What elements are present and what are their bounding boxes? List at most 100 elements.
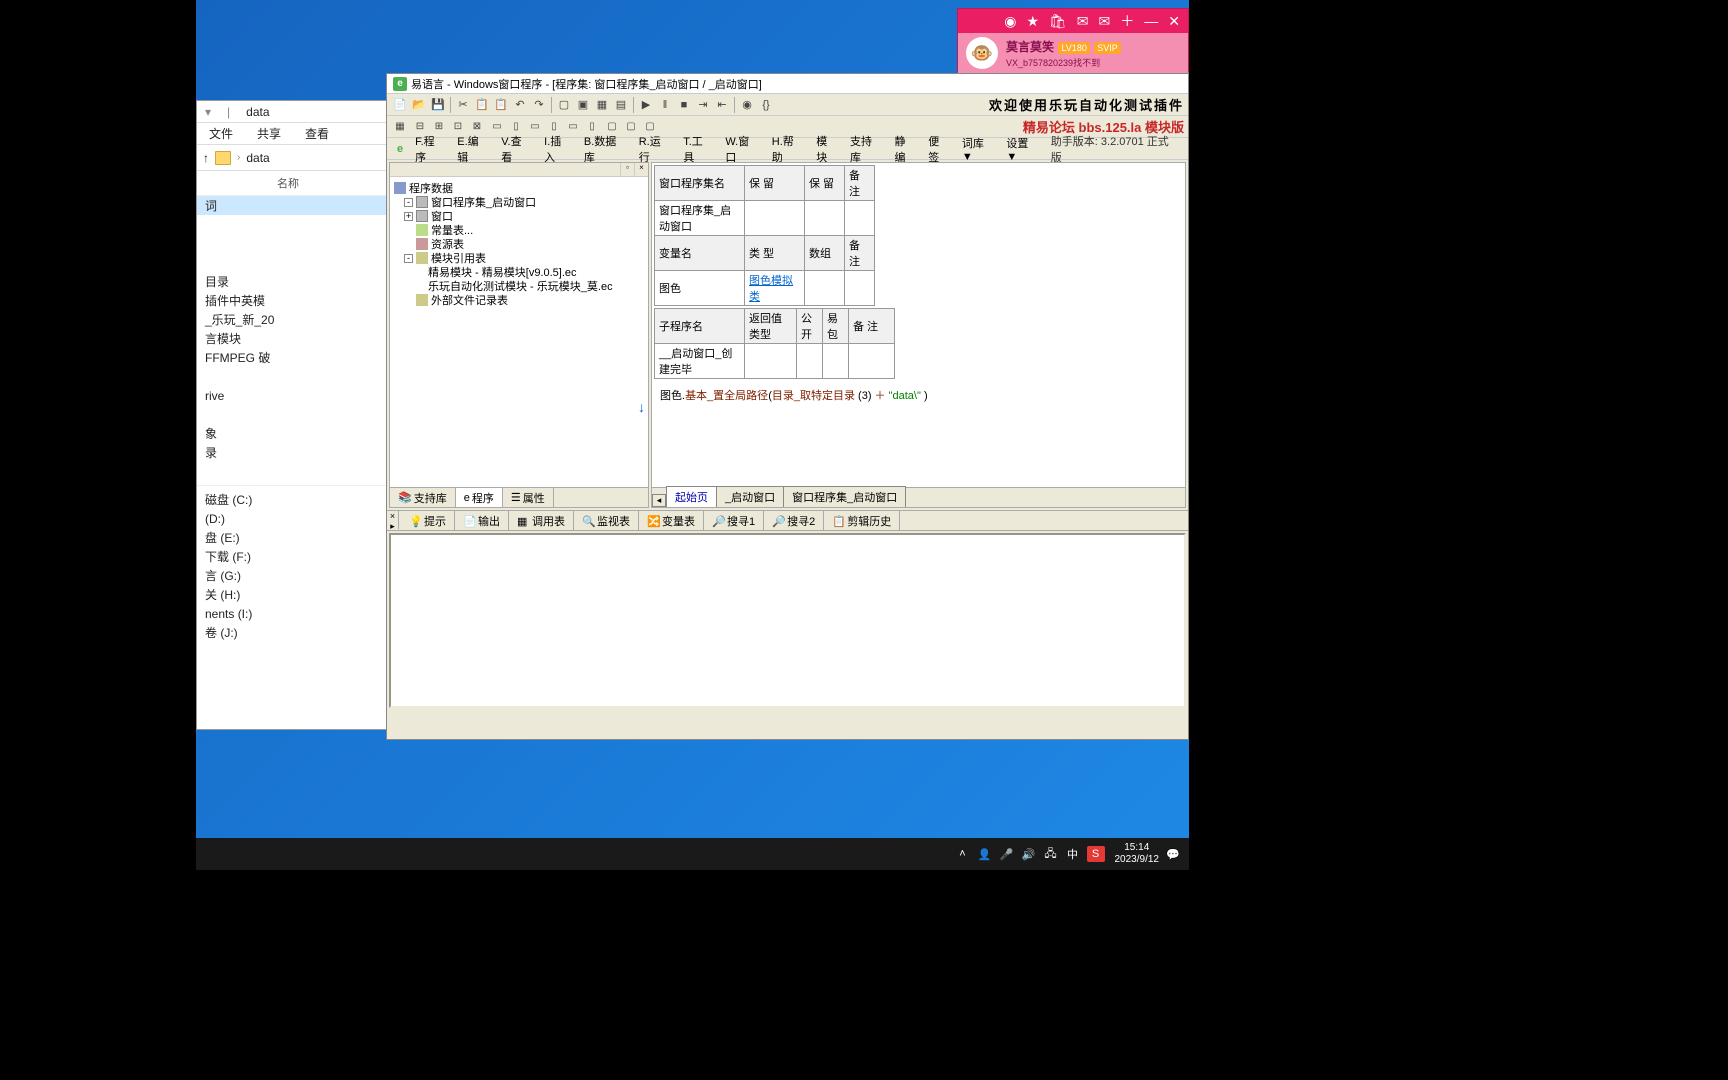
tab-program[interactable]: e程序 xyxy=(456,488,503,507)
list-item[interactable]: 言模块 xyxy=(205,330,241,347)
grid-icon[interactable]: ▦ xyxy=(391,118,409,136)
tab-start[interactable]: 起始页 xyxy=(666,486,717,507)
code-area[interactable]: 图色.基本_置全局路径(目录_取特定目录 (3) ＋ "data\" ) ↓ xyxy=(652,383,1185,487)
menu-setting[interactable]: 设置▼ xyxy=(1000,133,1044,165)
toolbar-1: 📄 📂 💾 ✂ 📋 📋 ↶ ↷ ▢ ▣ ▦ ▤ ▶ ‖ ■ ⇥ ⇤ ◉ {} 欢… xyxy=(387,94,1188,116)
bulb-icon: 💡 xyxy=(409,515,421,527)
redo-icon[interactable]: ↷ xyxy=(530,96,548,114)
tray-people-icon[interactable]: 👤 xyxy=(977,846,993,862)
cut-icon[interactable]: ✂ xyxy=(454,96,472,114)
list-item[interactable]: 词 xyxy=(205,197,217,214)
panel-close-icon[interactable]: × xyxy=(634,163,648,176)
panel-close-icon[interactable]: ×▸ xyxy=(387,511,399,529)
collapse-icon[interactable]: - xyxy=(404,198,413,207)
explorer-title: data xyxy=(238,103,277,121)
lens-icon: 🔍 xyxy=(582,515,594,527)
tab-clip[interactable]: 📋剪辑历史 xyxy=(824,511,900,531)
rec-icon[interactable]: ◉ xyxy=(1004,13,1016,30)
tray-chevron-icon[interactable]: ˄ xyxy=(955,846,971,862)
list-item[interactable]: FFMPEG 破 xyxy=(205,349,270,366)
menu-dict[interactable]: 词库▼ xyxy=(956,133,1000,165)
star-icon[interactable]: ★ xyxy=(1026,13,1039,30)
layout2-icon[interactable]: ▦ xyxy=(593,96,611,114)
tab-hint[interactable]: 💡提示 xyxy=(401,511,455,531)
class-table[interactable]: 窗口程序集名保 留保 留备 注 窗口程序集_启动窗口 变量名类 型数组备 注 图… xyxy=(654,165,875,306)
list-item[interactable]: rive xyxy=(205,389,224,403)
tree-node[interactable]: 外部文件记录表 xyxy=(431,292,508,308)
ribbon-view[interactable]: 查看 xyxy=(293,125,341,142)
list-item[interactable]: 目录 xyxy=(205,273,229,290)
plus-icon[interactable]: ＋ xyxy=(1120,11,1134,31)
tab-properties[interactable]: ☰属性 xyxy=(503,488,554,507)
title-bar[interactable]: e 易语言 - Windows窗口程序 - [程序集: 窗口程序集_启动窗口 /… xyxy=(387,74,1188,94)
notification-icon[interactable]: 💬 xyxy=(1165,846,1181,862)
tray-volume-icon[interactable]: 🔊 xyxy=(1021,846,1037,862)
project-tree[interactable]: 程序数据 -窗口程序集_启动窗口 +窗口 常量表... 资源表 -模块引用表 精… xyxy=(390,177,648,487)
list-item[interactable]: 象 xyxy=(205,425,217,442)
menu-bar: e F.程序 E.编辑 V.查看 I.插入 B.数据库 R.运行 T.工具 W.… xyxy=(387,138,1188,160)
run-icon[interactable]: ▶ xyxy=(637,96,655,114)
step-icon[interactable]: ⇥ xyxy=(694,96,712,114)
project-tree-panel: ▫ × 程序数据 -窗口程序集_启动窗口 +窗口 常量表... 资源表 -模块引… xyxy=(389,162,649,508)
expand-icon[interactable]: + xyxy=(404,212,413,221)
stop-icon[interactable]: ■ xyxy=(675,96,693,114)
msg-icon[interactable]: ✉ xyxy=(1099,13,1111,30)
copy-icon[interactable]: 📋 xyxy=(473,96,491,114)
tab-output[interactable]: 📄输出 xyxy=(455,511,509,531)
window-icon[interactable]: ▢ xyxy=(555,96,573,114)
sub-table[interactable]: 子程序名返回值类型公开易包备 注 __启动窗口_创建完毕 xyxy=(654,308,895,379)
tab-assembly[interactable]: 窗口程序集_启动窗口 xyxy=(783,486,906,507)
output-body[interactable] xyxy=(389,533,1186,708)
minimize-icon[interactable]: — xyxy=(1144,13,1158,29)
breadcrumb-segment[interactable]: data xyxy=(246,151,269,165)
new-icon[interactable]: 📄 xyxy=(391,96,409,114)
undo-icon[interactable]: ↶ xyxy=(511,96,529,114)
tab-support[interactable]: 📚支持库 xyxy=(390,488,456,507)
save-icon[interactable]: 💾 xyxy=(429,96,447,114)
ribbon-file[interactable]: 文件 xyxy=(197,125,245,142)
layout3-icon[interactable]: ▤ xyxy=(612,96,630,114)
shop-icon[interactable]: 🛍 xyxy=(1049,13,1067,30)
list-item[interactable]: 插件中英模 xyxy=(205,292,265,309)
mail-icon[interactable]: ✉ xyxy=(1077,13,1089,30)
tab-watch[interactable]: 🔍监视表 xyxy=(574,511,639,531)
output-panel: ×▸ 💡提示 📄输出 ▦调用表 🔍监视表 🔀变量表 🔎搜寻1 🔎搜寻2 📋剪辑历… xyxy=(387,510,1188,710)
step2-icon[interactable]: ⇤ xyxy=(713,96,731,114)
avatar[interactable]: 🐵 xyxy=(966,37,998,69)
tab-call[interactable]: ▦调用表 xyxy=(509,511,574,531)
arrow-icon: ↓ xyxy=(638,399,645,415)
vip-badge: SVIP xyxy=(1094,42,1121,54)
code-token: "data\" xyxy=(886,390,921,402)
editor-tabs: ◂ 起始页 _启动窗口 窗口程序集_启动窗口 xyxy=(652,487,1185,507)
pause-icon[interactable]: ‖ xyxy=(656,96,674,114)
window-title: 易语言 - Windows窗口程序 - [程序集: 窗口程序集_启动窗口 / _… xyxy=(411,76,762,92)
code-token: ) xyxy=(921,390,928,402)
tab-find2[interactable]: 🔎搜寻2 xyxy=(764,511,824,531)
tab-var[interactable]: 🔀变量表 xyxy=(639,511,704,531)
back-icon[interactable]: ↑ xyxy=(203,151,209,165)
tray-mic-icon[interactable]: 🎤 xyxy=(999,846,1015,862)
collapse-icon[interactable]: - xyxy=(404,254,413,263)
open-icon[interactable]: 📂 xyxy=(410,96,428,114)
tab-window[interactable]: _启动窗口 xyxy=(716,486,784,507)
streaming-overlay: ◉ ★ 🛍 ✉ ✉ ＋ — ✕ 🐵 莫言莫笑 LV180 SVIP VX_b75… xyxy=(957,8,1189,72)
code-token: 目录_取特定目录 xyxy=(772,390,855,402)
close-icon[interactable]: ✕ xyxy=(1168,13,1180,30)
paste-icon[interactable]: 📋 xyxy=(492,96,510,114)
clock[interactable]: 15:14 2023/9/12 xyxy=(1115,842,1160,866)
list-item[interactable]: 录 xyxy=(205,444,217,461)
tray-sogou-icon[interactable]: S xyxy=(1087,846,1105,862)
tray-ime-icon[interactable]: 中 xyxy=(1065,846,1081,862)
panel-dock-icon[interactable]: ▫ xyxy=(620,163,634,176)
app-icon: e xyxy=(393,77,407,91)
break-icon[interactable]: ◉ xyxy=(738,96,756,114)
code-token: (3) xyxy=(855,390,875,402)
tray-net-icon[interactable]: 🖧 xyxy=(1043,846,1059,862)
tab-nav-left-icon[interactable]: ◂ xyxy=(652,494,666,507)
tab-find1[interactable]: 🔎搜寻1 xyxy=(704,511,764,531)
ribbon-share[interactable]: 共享 xyxy=(245,125,293,142)
list-item[interactable]: _乐玩_新_20 xyxy=(205,311,274,328)
brace-icon[interactable]: {} xyxy=(757,96,775,114)
layout-icon[interactable]: ▣ xyxy=(574,96,592,114)
clip-icon: 📋 xyxy=(832,515,844,527)
